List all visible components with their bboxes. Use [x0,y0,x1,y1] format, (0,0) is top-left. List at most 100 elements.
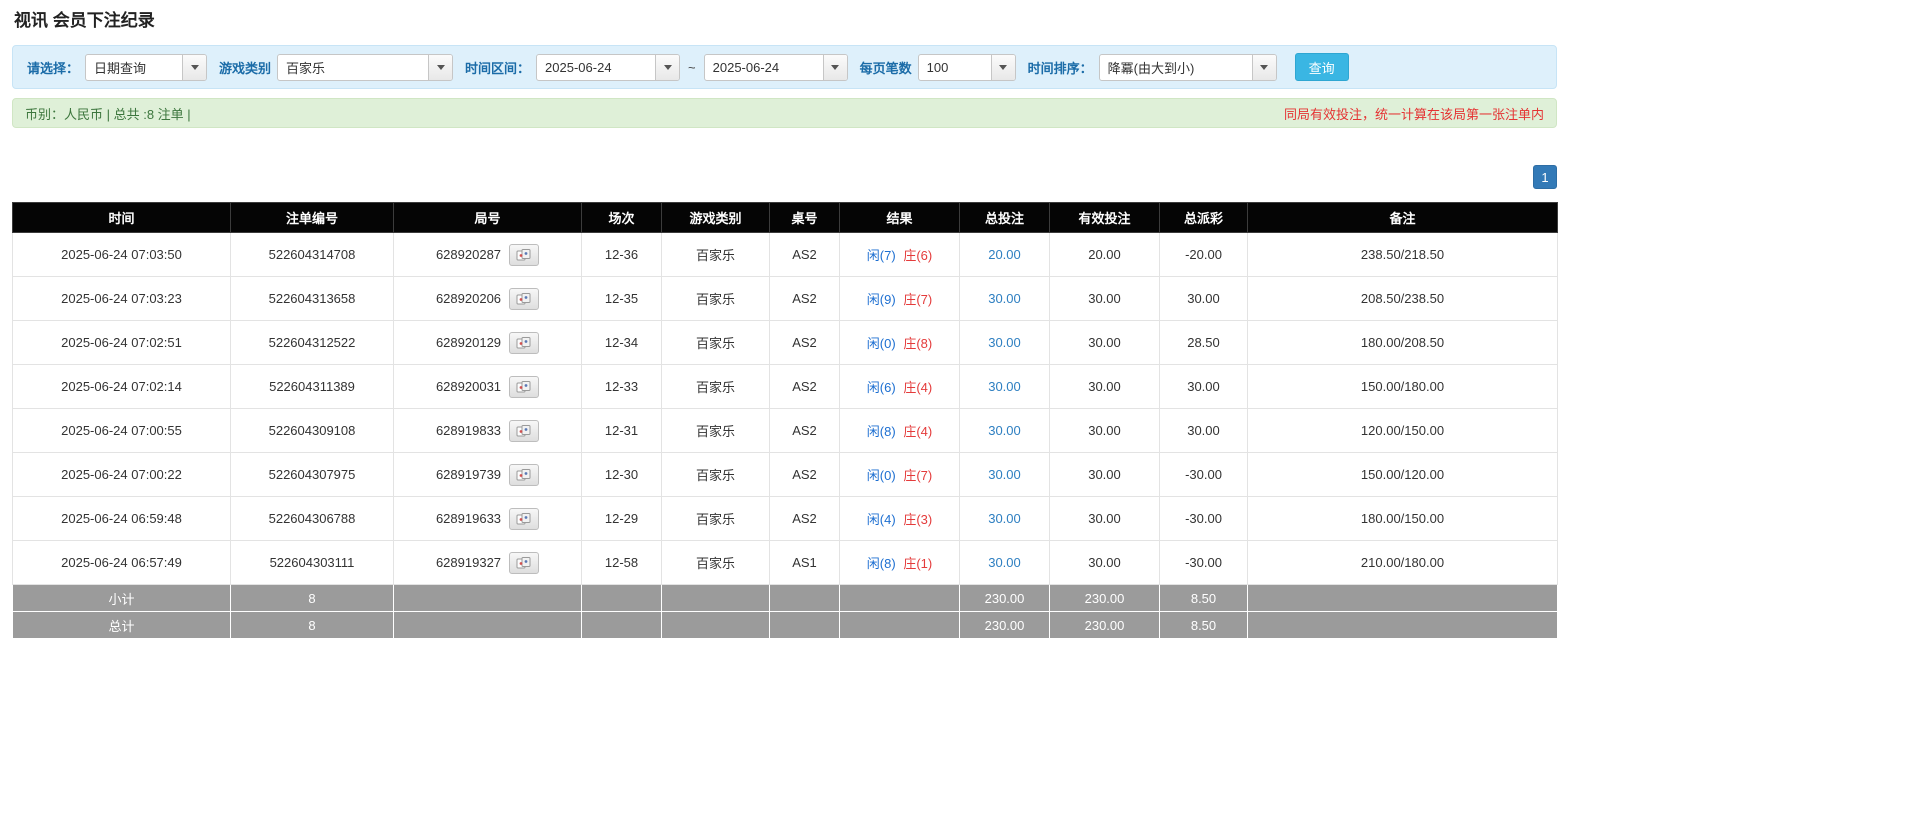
bet-records-table: 时间 注单编号 局号 场次 游戏类别 桌号 结果 总投注 有效投注 总派彩 备注… [12,202,1558,639]
date-from-dropdown[interactable]: 2025-06-24 [536,53,681,81]
page: 视讯 会员下注纪录 请选择： 日期查询 游戏类别 百家乐 时间区间： 2025-… [12,6,1558,639]
cell-note: 150.00/180.00 [1247,364,1558,409]
cell-round: 628919739 [393,452,582,497]
cell-result: 闲(4) 庄(3) [839,496,960,541]
result-banker: 庄(7) [903,468,933,483]
game-type-dropdown[interactable]: 百家乐 [277,53,454,81]
col-header-table: 桌号 [769,202,840,233]
cards-icon [516,512,531,524]
empty-cell [769,611,840,639]
cell-note: 208.50/238.50 [1247,276,1558,321]
empty-cell [393,611,582,639]
cell-session: 12-29 [581,496,662,541]
cell-valid-bet: 30.00 [1049,276,1160,321]
cards-icon [516,468,531,480]
cell-valid-bet: 30.00 [1049,540,1160,585]
col-header-payout: 总派彩 [1159,202,1248,233]
cell-game-type: 百家乐 [661,452,770,497]
result-player: 闲(0) [866,468,896,483]
total-bet-link[interactable]: 30.00 [988,555,1021,570]
cell-valid-bet: 20.00 [1049,232,1160,277]
game-type-dropdown-arrow[interactable] [428,54,453,80]
result-banker: 庄(3) [903,512,933,527]
cell-session: 12-58 [581,540,662,585]
round-result-button[interactable] [509,463,540,486]
result-player: 闲(6) [866,380,896,395]
cards-icon [516,336,531,348]
total-bet-link[interactable]: 30.00 [988,291,1021,306]
empty-cell [661,611,770,639]
date-from-dropdown-arrow[interactable] [655,54,680,80]
cell-bet-id: 522604312522 [230,320,394,365]
page-size-value: 100 [926,59,949,75]
round-result-button[interactable] [509,551,540,574]
cell-game-type: 百家乐 [661,276,770,321]
round-number: 628920031 [435,379,502,394]
cell-bet-id: 522604311389 [230,364,394,409]
total-bet-link[interactable]: 30.00 [988,423,1021,438]
page-size-dropdown[interactable]: 100 [917,53,1016,81]
page-button-1[interactable]: 1 [1533,165,1557,189]
select-type-dropdown-arrow[interactable] [182,54,207,80]
cell-table-number: AS2 [769,452,840,497]
cell-payout: 28.50 [1159,320,1248,365]
cell-table-number: AS2 [769,320,840,365]
cell-session: 12-31 [581,408,662,453]
page-size-dropdown-arrow[interactable] [990,54,1015,80]
time-range-label: 时间区间： [465,60,531,76]
empty-cell [839,611,960,639]
total-bet-link[interactable]: 30.00 [988,379,1021,394]
round-result-button[interactable] [509,243,540,266]
total-bet-link[interactable]: 30.00 [988,511,1021,526]
cards-icon [516,292,531,304]
caret-down-icon [190,64,199,70]
round-result-button[interactable] [509,375,540,398]
result-banker: 庄(4) [903,424,933,439]
empty-cell [839,584,960,612]
cell-result: 闲(8) 庄(4) [839,408,960,453]
round-result-button[interactable] [509,287,540,310]
cell-note: 150.00/120.00 [1247,452,1558,497]
total-bet-link[interactable]: 30.00 [988,467,1021,482]
cell-session: 12-36 [581,232,662,277]
round-number: 628920287 [435,247,502,262]
subtotal-row: 小计 8 230.00 230.00 8.50 [12,584,1558,612]
page-size-label: 每页笔数 [859,60,912,76]
result-player: 闲(9) [866,292,896,307]
cell-session: 12-30 [581,452,662,497]
sort-dropdown[interactable]: 降冪(由大到小) [1098,53,1277,81]
total-bet-link[interactable]: 30.00 [988,335,1021,350]
round-result-button[interactable] [509,419,540,442]
cell-round: 628920031 [393,364,582,409]
cell-round: 628919327 [393,540,582,585]
col-header-total-bet: 总投注 [959,202,1050,233]
total-bet-link[interactable]: 20.00 [988,247,1021,262]
cell-session: 12-33 [581,364,662,409]
total-row: 总计 8 230.00 230.00 8.50 [12,611,1558,639]
date-to-dropdown-arrow[interactable] [822,54,847,80]
page-title: 视讯 会员下注纪录 [14,11,155,30]
search-button[interactable]: 查询 [1294,53,1349,81]
result-banker: 庄(4) [903,380,933,395]
caret-down-icon [436,64,445,70]
cards-icon [516,556,531,568]
cell-game-type: 百家乐 [661,364,770,409]
round-number: 628919327 [435,555,502,570]
result-banker: 庄(1) [903,556,933,571]
select-type-label: 请选择： [27,60,80,76]
date-to-dropdown[interactable]: 2025-06-24 [703,53,848,81]
cell-result: 闲(6) 庄(4) [839,364,960,409]
sort-dropdown-arrow[interactable] [1251,54,1276,80]
select-type-dropdown[interactable]: 日期查询 [85,53,208,81]
round-result-button[interactable] [509,331,540,354]
empty-cell [581,611,662,639]
game-type-label: 游戏类别 [219,60,272,76]
table-row: 2025-06-24 07:02:14 522604311389 6289200… [12,364,1558,409]
cell-payout: 30.00 [1159,408,1248,453]
caret-down-icon [1260,64,1269,70]
caret-down-icon [663,64,672,70]
cell-note: 120.00/150.00 [1247,408,1558,453]
notice-text: 同局有效投注，统一计算在该局第一张注单内 [1283,106,1544,122]
cell-valid-bet: 30.00 [1049,452,1160,497]
round-result-button[interactable] [509,507,540,530]
